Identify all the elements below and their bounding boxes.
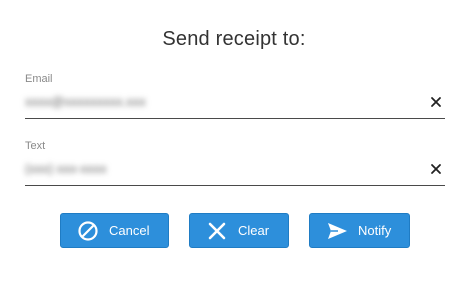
x-icon (206, 220, 228, 242)
clear-email-icon[interactable] (429, 95, 443, 109)
text-field-group: Text (xxx) xxx-xxxx (25, 139, 445, 186)
cancel-button[interactable]: Cancel (60, 213, 169, 248)
text-field[interactable]: (xxx) xxx-xxxx (25, 153, 445, 186)
notify-label: Notify (358, 223, 392, 238)
email-field[interactable]: xxxx@xxxxxxxxx.xxx (25, 86, 445, 119)
email-value[interactable]: xxxx@xxxxxxxxx.xxx (25, 94, 146, 109)
email-label: Email (25, 73, 53, 85)
email-field-group: Email xxxx@xxxxxxxxx.xxx (25, 72, 445, 119)
dialog-title: Send receipt to: (162, 28, 306, 50)
clear-label: Clear (238, 223, 270, 238)
clear-button[interactable]: Clear (189, 213, 289, 248)
text-label: Text (25, 140, 46, 152)
text-value[interactable]: (xxx) xxx-xxxx (25, 161, 107, 176)
cancel-label: Cancel (109, 223, 150, 238)
clear-text-icon[interactable] (429, 162, 443, 176)
send-icon (326, 220, 348, 242)
send-receipt-dialog: Send receipt to: Email xxxx@xxxxxxxxx.xx… (0, 0, 468, 285)
cancel-circle-icon (77, 220, 99, 242)
notify-button[interactable]: Notify (309, 213, 410, 248)
